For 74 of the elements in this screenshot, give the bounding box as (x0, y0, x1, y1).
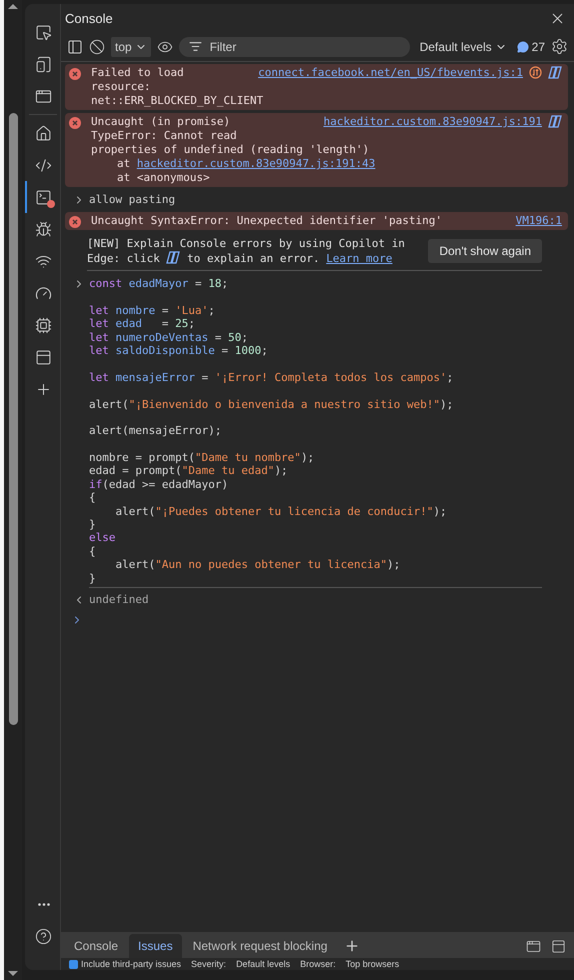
source-link[interactable]: connect.facebook.net/en_US/fbevents.js:1 (258, 66, 523, 80)
code-line: } (89, 572, 97, 585)
promo-text: [NEW] Explain Console errors by using Copilot in Edge: click to explain an error. Learn more (87, 236, 406, 266)
filter-field[interactable]: Filter (178, 36, 410, 56)
levels-dropdown[interactable]: Default levels (416, 40, 511, 54)
code-line: alert(mensajeError); (89, 424, 222, 438)
panel-title: Console (65, 10, 113, 26)
error-icon (69, 68, 81, 80)
option-label: Severity: (191, 959, 226, 969)
bug-icon (35, 220, 52, 238)
dock-button[interactable] (551, 938, 566, 954)
error-text: Uncaught SyntaxError: Unexpected identifier 'pasting' (91, 214, 442, 228)
error-text: properties of undefined (reading 'length') (91, 143, 370, 157)
code-line: let numeroDeVentas = 50; (89, 330, 249, 344)
code-line: const edadMayor = 18; (89, 277, 230, 290)
stack-text: at <anonymous> (117, 171, 210, 185)
error-text: net::ERR_BLOCKED_BY_CLIENT (91, 94, 264, 108)
code-line: let saldoDisponible = 1000; (89, 344, 269, 358)
option-label: Browser: (300, 959, 336, 969)
error-icon (69, 117, 81, 129)
gauge-icon (35, 284, 52, 302)
result-text: undefined (89, 592, 149, 607)
help-icon (35, 928, 52, 944)
code-line: let mensajeError = '¡Error! Completa todos los campos'; (89, 370, 454, 384)
dont-show-again-button[interactable]: Don't show again (428, 239, 542, 263)
learn-more-link[interactable]: Learn more (326, 252, 392, 265)
issues-counter[interactable]: 27 (516, 40, 545, 54)
code-line: else (89, 531, 116, 545)
message-icon (516, 40, 529, 52)
code-line: let nombre = 'Lua'; (89, 304, 216, 318)
error-text: resource: (91, 80, 152, 94)
code-line: { (89, 491, 97, 505)
code-line: nombre = prompt("Dame tu nombre"); (89, 451, 316, 464)
code-line: let edad = 25; (89, 317, 196, 331)
code-line: alert("Aun no puedes obtener tu licencia"); (114, 558, 402, 572)
home-icon (35, 124, 52, 142)
drawer-tab[interactable]: Network request blocking (184, 934, 336, 958)
console-icon (35, 188, 52, 206)
code-line: if(edad >= edadMayor) (89, 478, 230, 492)
filter-icon (188, 40, 202, 53)
code-line: } (89, 518, 97, 532)
severity-dropdown[interactable]: Default levels (236, 959, 290, 969)
option-label: Include third-party issues (81, 959, 182, 969)
source-link[interactable]: VM196:1 (516, 214, 562, 228)
code-line: alert("¡Bienvenido o bienvenida a nuestro sitio web!"); (89, 398, 454, 411)
code-line: alert("¡Puedes obtener tu licencia de conducir!"); (114, 504, 448, 518)
source-link[interactable]: hackeditor.custom.83e90947.js:191:43 (136, 157, 376, 171)
error-badge (46, 200, 54, 208)
code-icon (35, 156, 52, 174)
move-drawer-button[interactable] (526, 938, 541, 954)
filter-input[interactable]: Filter (208, 38, 400, 54)
error-text: Failed to load (91, 66, 184, 80)
window-icon (35, 348, 52, 366)
clear-console-button[interactable] (89, 38, 105, 54)
context-dropdown[interactable]: top (111, 36, 151, 56)
source-link[interactable]: hackeditor.custom.83e90947.js:191 (323, 115, 542, 129)
stack-text: at (117, 157, 130, 171)
error-text: Uncaught (in promise) (91, 115, 230, 129)
drawer-tab[interactable]: Console (65, 934, 128, 958)
checkbox[interactable] (69, 960, 78, 968)
sidebar-toggle-button[interactable] (67, 38, 83, 54)
device-icon (35, 56, 52, 72)
window-icon (35, 88, 52, 104)
error-text: TypeError: Cannot read (91, 129, 238, 143)
settings-icon (551, 38, 568, 55)
ellipsis-icon (38, 902, 50, 906)
code-line: edad = prompt("Dame tu edad"); (89, 464, 289, 478)
browser-dropdown[interactable]: Top browsers (346, 959, 400, 969)
inspect-icon (35, 24, 52, 40)
settings-button[interactable] (551, 38, 568, 55)
code-line: { (89, 544, 97, 558)
input-text: allow pasting (89, 193, 176, 207)
drawer-tab[interactable]: Issues (129, 934, 182, 958)
chip-icon (35, 316, 52, 334)
